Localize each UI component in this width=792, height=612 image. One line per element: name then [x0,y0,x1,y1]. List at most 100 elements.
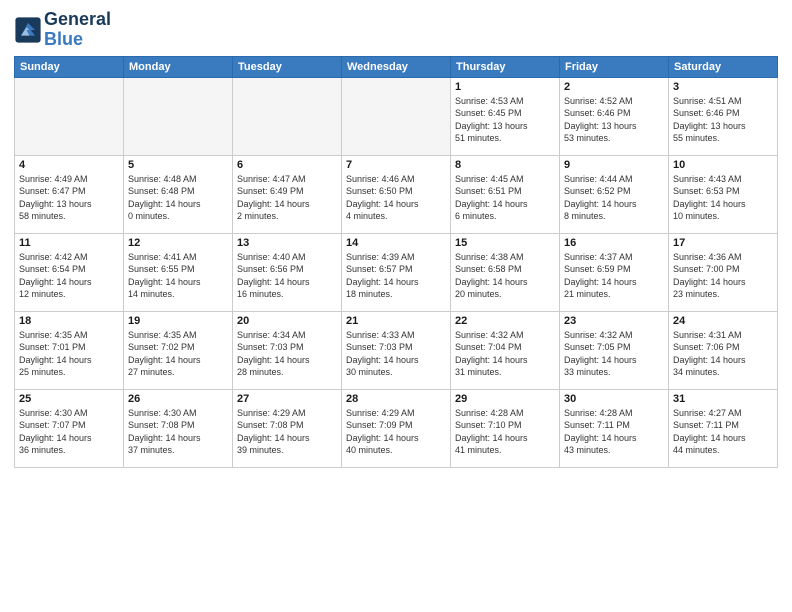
day-number: 5 [128,159,228,171]
day-number: 23 [564,315,664,327]
day-number: 7 [346,159,446,171]
weekday-header-saturday: Saturday [669,56,778,77]
calendar-cell: 9 Sunrise: 4:44 AMSunset: 6:52 PMDaylight… [560,155,669,233]
day-info: Sunrise: 4:29 AMSunset: 7:09 PMDaylight:… [346,407,446,457]
calendar-header: SundayMondayTuesdayWednesdayThursdayFrid… [15,56,778,77]
day-number: 4 [19,159,119,171]
calendar-table: SundayMondayTuesdayWednesdayThursdayFrid… [14,56,778,468]
day-number: 19 [128,315,228,327]
calendar-cell: 29 Sunrise: 4:28 AMSunset: 7:10 PMDayligh… [451,389,560,467]
calendar-cell [233,77,342,155]
day-info: Sunrise: 4:47 AMSunset: 6:49 PMDaylight:… [237,173,337,223]
calendar-cell: 25Sunrise: 4:30 AMSunset: 7:07 PMDayligh… [15,389,124,467]
calendar-cell [15,77,124,155]
calendar-cell: 19 Sunrise: 4:35 AMSunset: 7:02 PMDayligh… [124,311,233,389]
day-info: Sunrise: 4:37 AMSunset: 6:59 PMDaylight:… [564,251,664,301]
day-info: Sunrise: 4:52 AMSunset: 6:46 PMDaylight:… [564,95,664,145]
day-info: Sunrise: 4:29 AMSunset: 7:08 PMDaylight:… [237,407,337,457]
day-number: 17 [673,237,773,249]
logo-icon [14,16,42,44]
calendar-cell: 7 Sunrise: 4:46 AMSunset: 6:50 PMDaylight… [342,155,451,233]
day-number: 8 [455,159,555,171]
day-number: 27 [237,393,337,405]
day-info: Sunrise: 4:44 AMSunset: 6:52 PMDaylight:… [564,173,664,223]
calendar-cell: 11 Sunrise: 4:42 AMSunset: 6:54 PMDayligh… [15,233,124,311]
calendar-cell: 21 Sunrise: 4:33 AMSunset: 7:03 PMDayligh… [342,311,451,389]
calendar-cell: 18Sunrise: 4:35 AMSunset: 7:01 PMDayligh… [15,311,124,389]
day-info: Sunrise: 4:51 AMSunset: 6:46 PMDaylight:… [673,95,773,145]
calendar-cell: 12 Sunrise: 4:41 AMSunset: 6:55 PMDayligh… [124,233,233,311]
day-info: Sunrise: 4:39 AMSunset: 6:57 PMDaylight:… [346,251,446,301]
day-number: 14 [346,237,446,249]
day-info: Sunrise: 4:27 AMSunset: 7:11 PMDaylight:… [673,407,773,457]
day-number: 18 [19,315,119,327]
calendar-week-5: 25Sunrise: 4:30 AMSunset: 7:07 PMDayligh… [15,389,778,467]
calendar-body: 1Sunrise: 4:53 AMSunset: 6:45 PMDaylight… [15,77,778,467]
day-number: 29 [455,393,555,405]
page: General Blue SundayMondayTuesdayWednesda… [0,0,792,612]
calendar-cell: 13 Sunrise: 4:40 AMSunset: 6:56 PMDayligh… [233,233,342,311]
day-info: Sunrise: 4:42 AMSunset: 6:54 PMDaylight:… [19,251,119,301]
weekday-header-tuesday: Tuesday [233,56,342,77]
day-info: Sunrise: 4:41 AMSunset: 6:55 PMDaylight:… [128,251,228,301]
day-number: 16 [564,237,664,249]
day-number: 26 [128,393,228,405]
calendar-cell: 1Sunrise: 4:53 AMSunset: 6:45 PMDaylight… [451,77,560,155]
calendar-cell: 8Sunrise: 4:45 AMSunset: 6:51 PMDaylight… [451,155,560,233]
day-number: 24 [673,315,773,327]
day-info: Sunrise: 4:31 AMSunset: 7:06 PMDaylight:… [673,329,773,379]
calendar-cell: 16 Sunrise: 4:37 AMSunset: 6:59 PMDayligh… [560,233,669,311]
day-info: Sunrise: 4:40 AMSunset: 6:56 PMDaylight:… [237,251,337,301]
day-info: Sunrise: 4:28 AMSunset: 7:11 PMDaylight:… [564,407,664,457]
day-number: 13 [237,237,337,249]
day-number: 21 [346,315,446,327]
day-number: 11 [19,237,119,249]
calendar-week-2: 4 Sunrise: 4:49 AMSunset: 6:47 PMDaylight… [15,155,778,233]
calendar-cell: 23 Sunrise: 4:32 AMSunset: 7:05 PMDayligh… [560,311,669,389]
day-number: 22 [455,315,555,327]
day-number: 25 [19,393,119,405]
day-number: 20 [237,315,337,327]
calendar-cell: 2 Sunrise: 4:52 AMSunset: 6:46 PMDaylight… [560,77,669,155]
calendar-cell: 3 Sunrise: 4:51 AMSunset: 6:46 PMDaylight… [669,77,778,155]
day-info: Sunrise: 4:28 AMSunset: 7:10 PMDaylight:… [455,407,555,457]
calendar-week-3: 11 Sunrise: 4:42 AMSunset: 6:54 PMDayligh… [15,233,778,311]
calendar-cell: 26Sunrise: 4:30 AMSunset: 7:08 PMDayligh… [124,389,233,467]
day-info: Sunrise: 4:32 AMSunset: 7:05 PMDaylight:… [564,329,664,379]
calendar-cell: 27 Sunrise: 4:29 AMSunset: 7:08 PMDayligh… [233,389,342,467]
weekday-header-friday: Friday [560,56,669,77]
day-number: 10 [673,159,773,171]
weekday-header-thursday: Thursday [451,56,560,77]
weekday-header-sunday: Sunday [15,56,124,77]
day-info: Sunrise: 4:53 AMSunset: 6:45 PMDaylight:… [455,95,555,145]
day-info: Sunrise: 4:35 AMSunset: 7:02 PMDaylight:… [128,329,228,379]
day-info: Sunrise: 4:33 AMSunset: 7:03 PMDaylight:… [346,329,446,379]
logo-line1: General [44,10,111,30]
day-number: 12 [128,237,228,249]
logo: General Blue [14,10,111,50]
day-number: 28 [346,393,446,405]
calendar-cell: 30Sunrise: 4:28 AMSunset: 7:11 PMDayligh… [560,389,669,467]
day-info: Sunrise: 4:43 AMSunset: 6:53 PMDaylight:… [673,173,773,223]
weekday-header-wednesday: Wednesday [342,56,451,77]
day-number: 3 [673,81,773,93]
day-info: Sunrise: 4:36 AMSunset: 7:00 PMDaylight:… [673,251,773,301]
day-info: Sunrise: 4:49 AMSunset: 6:47 PMDaylight:… [19,173,119,223]
weekday-header-monday: Monday [124,56,233,77]
day-number: 9 [564,159,664,171]
calendar-cell: 28 Sunrise: 4:29 AMSunset: 7:09 PMDayligh… [342,389,451,467]
calendar-cell: 20 Sunrise: 4:34 AMSunset: 7:03 PMDayligh… [233,311,342,389]
day-info: Sunrise: 4:34 AMSunset: 7:03 PMDaylight:… [237,329,337,379]
calendar-cell: 31Sunrise: 4:27 AMSunset: 7:11 PMDayligh… [669,389,778,467]
day-info: Sunrise: 4:48 AMSunset: 6:48 PMDaylight:… [128,173,228,223]
logo-line2: Blue [44,29,83,49]
day-number: 2 [564,81,664,93]
day-info: Sunrise: 4:46 AMSunset: 6:50 PMDaylight:… [346,173,446,223]
calendar-cell: 14 Sunrise: 4:39 AMSunset: 6:57 PMDayligh… [342,233,451,311]
calendar-cell [342,77,451,155]
calendar-cell: 17 Sunrise: 4:36 AMSunset: 7:00 PMDayligh… [669,233,778,311]
day-info: Sunrise: 4:32 AMSunset: 7:04 PMDaylight:… [455,329,555,379]
calendar-cell [124,77,233,155]
calendar-cell: 4 Sunrise: 4:49 AMSunset: 6:47 PMDaylight… [15,155,124,233]
header: General Blue [14,10,778,50]
